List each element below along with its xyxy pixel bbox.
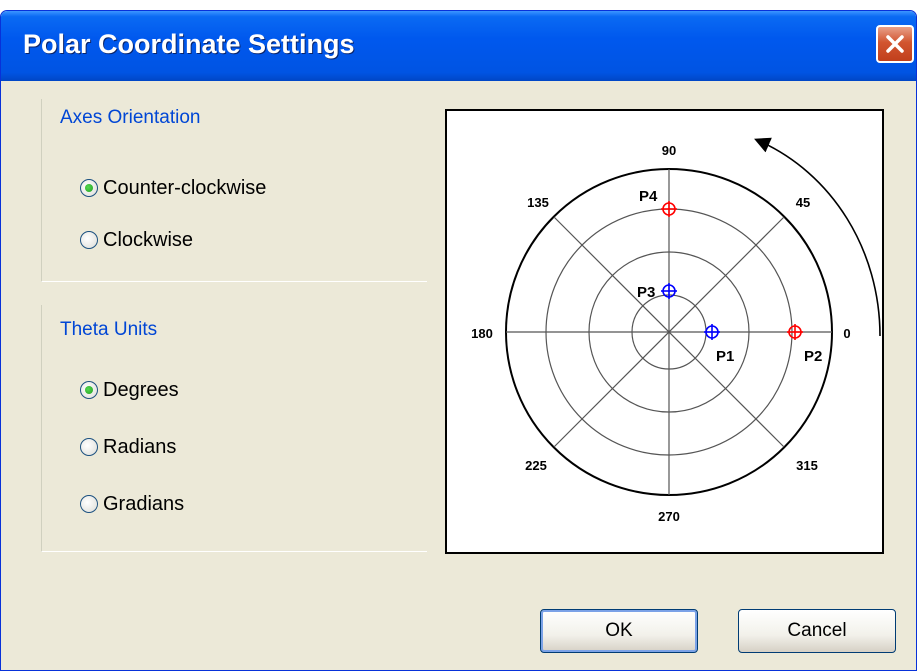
radio-clockwise[interactable]: Clockwise bbox=[80, 225, 193, 255]
radio-radians-label: Radians bbox=[103, 435, 177, 458]
theta-units-group: Theta Units Degrees Radians Gradians bbox=[41, 305, 427, 552]
theta-units-title: Theta Units bbox=[60, 319, 158, 340]
close-icon bbox=[886, 35, 904, 53]
radio-counter-clockwise-label: Counter-clockwise bbox=[103, 176, 267, 199]
radio-checked-icon[interactable] bbox=[80, 179, 98, 197]
polar-preview-panel: 90 45 0 315 270 225 180 135 P1 P2 P3 P4 bbox=[445, 109, 884, 554]
point-p4-label: P4 bbox=[639, 188, 658, 205]
radio-gradians-label: Gradians bbox=[103, 492, 185, 515]
radio-checked-icon[interactable] bbox=[80, 381, 98, 399]
radio-unchecked-icon[interactable] bbox=[80, 231, 98, 249]
dialog-title: Polar Coordinate Settings bbox=[23, 29, 355, 59]
angle-label-270: 270 bbox=[658, 509, 680, 524]
title-bar[interactable]: Polar Coordinate Settings bbox=[1, 11, 916, 81]
direction-arrow-icon bbox=[754, 137, 881, 337]
dialog-content: Axes Orientation Counter-clockwise Clock… bbox=[5, 81, 910, 668]
point-p1: P1 bbox=[704, 324, 734, 365]
radio-unchecked-icon[interactable] bbox=[80, 495, 98, 513]
angle-label-135: 135 bbox=[527, 195, 549, 210]
point-p4: P4 bbox=[639, 188, 677, 217]
radio-clockwise-label: Clockwise bbox=[103, 228, 194, 251]
polar-grid bbox=[505, 168, 833, 496]
point-p3: P3 bbox=[637, 283, 677, 301]
angle-label-180: 180 bbox=[471, 326, 493, 341]
angle-labels: 90 45 0 315 270 225 180 135 bbox=[471, 143, 850, 524]
point-p2-label: P2 bbox=[804, 348, 822, 365]
axes-orientation-group: Axes Orientation Counter-clockwise Clock… bbox=[41, 99, 427, 282]
radio-degrees[interactable]: Degrees bbox=[80, 375, 179, 405]
angle-label-225: 225 bbox=[525, 458, 547, 473]
radio-counter-clockwise[interactable]: Counter-clockwise bbox=[80, 173, 266, 203]
axes-orientation-title: Axes Orientation bbox=[60, 107, 201, 128]
angle-label-90: 90 bbox=[662, 143, 676, 158]
radio-gradians[interactable]: Gradians bbox=[80, 489, 184, 519]
radio-radians[interactable]: Radians bbox=[80, 432, 176, 462]
radio-unchecked-icon[interactable] bbox=[80, 438, 98, 456]
polar-points: P1 P2 P3 P4 bbox=[637, 188, 822, 365]
radio-degrees-label: Degrees bbox=[103, 378, 179, 401]
cancel-button[interactable]: Cancel bbox=[738, 609, 896, 653]
angle-label-315: 315 bbox=[796, 458, 818, 473]
polar-diagram: 90 45 0 315 270 225 180 135 P1 P2 P3 P4 bbox=[471, 137, 881, 524]
point-p3-label: P3 bbox=[637, 284, 655, 301]
close-button[interactable] bbox=[876, 25, 914, 63]
angle-label-0: 0 bbox=[843, 326, 850, 341]
ok-button[interactable]: OK bbox=[540, 609, 698, 653]
angle-label-45: 45 bbox=[796, 195, 810, 210]
polar-settings-dialog: Polar Coordinate Settings Axes Orientati… bbox=[0, 10, 917, 671]
point-p1-label: P1 bbox=[716, 348, 734, 365]
